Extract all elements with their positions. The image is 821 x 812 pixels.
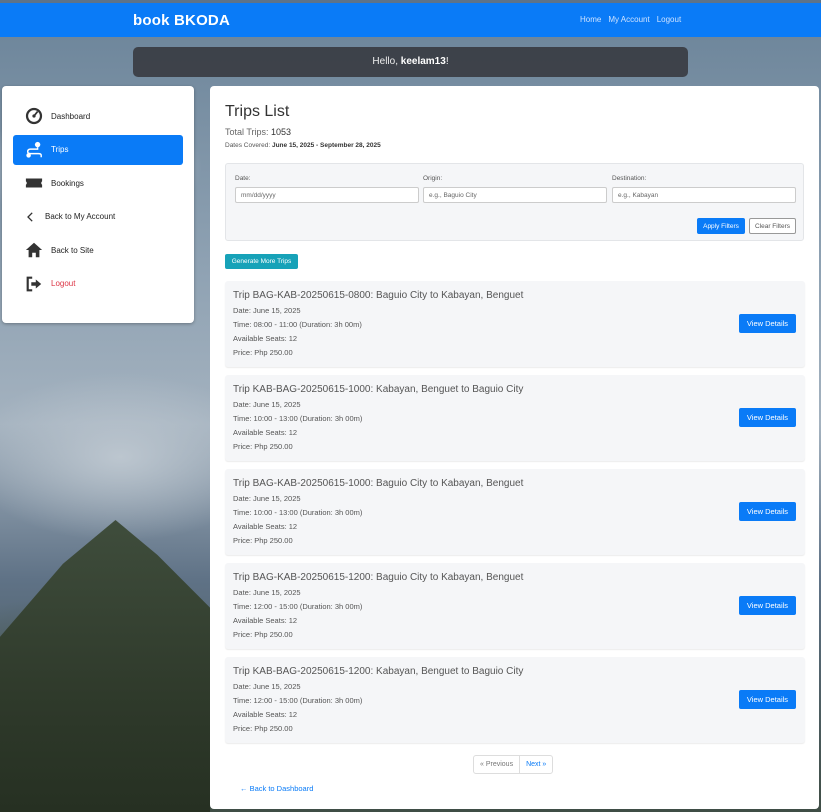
view-details-button[interactable]: View Details <box>739 408 796 427</box>
sidebar-item-back-to-site[interactable]: Back to Site <box>13 235 183 265</box>
sidebar-item-label: Logout <box>51 279 76 289</box>
sidebar-item-label: Bookings <box>51 178 84 188</box>
trip-time: Time: 08:00 - 11:00 (Duration: 3h 00m) <box>233 320 362 329</box>
destination-filter-input[interactable] <box>612 187 796 203</box>
dates-covered: Dates Covered: June 15, 2025 - September… <box>225 142 381 149</box>
view-details-button[interactable]: View Details <box>739 596 796 615</box>
trip-price: Price: Php 250.00 <box>233 630 293 639</box>
trip-time: Time: 12:00 - 15:00 (Duration: 3h 00m) <box>233 602 363 611</box>
trip-card: Trip KAB-BAG-20250615-1000: Kabayan, Ben… <box>225 375 805 461</box>
trip-seats: Available Seats: 12 <box>233 710 298 719</box>
top-navbar: book BKODA Home My Account Logout <box>0 3 821 37</box>
trip-date: Date: June 15, 2025 <box>233 306 301 315</box>
sidebar-item-label: Back to Site <box>51 245 94 255</box>
trip-seats: Available Seats: 12 <box>233 334 298 343</box>
trip-seats: Available Seats: 12 <box>233 428 298 437</box>
dashboard-icon <box>25 107 43 125</box>
trip-list: Trip BAG-KAB-20250615-0800: Baguio City … <box>225 281 805 751</box>
previous-page-button[interactable]: « Previous <box>474 756 521 773</box>
generate-more-trips-button[interactable]: Generate More Trips <box>225 254 298 269</box>
trip-date: Date: June 15, 2025 <box>233 494 301 503</box>
trip-title: Trip KAB-BAG-20250615-1000: Kabayan, Ben… <box>233 384 524 395</box>
trip-price: Price: Php 250.00 <box>233 724 293 733</box>
trip-date: Date: June 15, 2025 <box>233 400 301 409</box>
trip-date: Date: June 15, 2025 <box>233 682 301 691</box>
sidebar-item-dashboard[interactable]: Dashboard <box>13 101 183 131</box>
greeting-suffix: ! <box>445 56 449 67</box>
trip-title: Trip BAG-KAB-20250615-0800: Baguio City … <box>233 290 524 301</box>
trip-card: Trip KAB-BAG-20250615-1200: Kabayan, Ben… <box>225 657 805 743</box>
nav-link-logout[interactable]: Logout <box>657 15 681 24</box>
trip-card: Trip BAG-KAB-20250615-0800: Baguio City … <box>225 281 805 367</box>
trip-title: Trip KAB-BAG-20250615-1200: Kabayan, Ben… <box>233 666 524 677</box>
dates-covered-label: Dates Covered: <box>225 142 272 149</box>
sidebar-item-back-to-my-account[interactable]: Back to My Account <box>13 202 183 232</box>
nav-links: Home My Account Logout <box>580 15 681 24</box>
date-filter-label: Date: <box>235 175 251 182</box>
pagination: « Previous Next » <box>473 755 554 774</box>
trip-card: Trip BAG-KAB-20250615-1200: Baguio City … <box>225 563 805 649</box>
destination-filter-label: Destination: <box>612 175 647 182</box>
view-details-button[interactable]: View Details <box>739 690 796 709</box>
origin-filter-input[interactable] <box>423 187 607 203</box>
clear-filters-button[interactable]: Clear Filters <box>749 218 796 234</box>
ticket-icon <box>25 178 43 188</box>
trip-date: Date: June 15, 2025 <box>233 588 301 597</box>
trip-time: Time: 10:00 - 13:00 (Duration: 3h 00m) <box>233 508 363 517</box>
main-panel: Trips List Total Trips: 1053 Dates Cover… <box>210 86 819 809</box>
sidebar-item-bookings[interactable]: Bookings <box>13 168 183 198</box>
home-icon <box>25 243 43 258</box>
brand-logo[interactable]: book BKODA <box>133 12 230 29</box>
greeting-prefix: Hello, <box>372 56 401 67</box>
sidebar-item-label: Dashboard <box>51 111 91 121</box>
trip-price: Price: Php 250.00 <box>233 442 293 451</box>
trip-title: Trip BAG-KAB-20250615-1200: Baguio City … <box>233 572 524 583</box>
origin-filter-label: Origin: <box>423 175 443 182</box>
back-to-dashboard-link[interactable]: ← Back to Dashboard <box>240 784 313 793</box>
logout-icon <box>26 276 42 292</box>
sidebar-item-label: Trips <box>51 145 69 155</box>
apply-filters-button[interactable]: Apply Filters <box>697 218 745 234</box>
sidebar-item-trips[interactable]: Trips <box>13 134 183 165</box>
filter-panel: Date: Origin: Destination: Apply Filters… <box>225 163 804 241</box>
greeting-banner: Hello, keelam13! <box>133 47 688 77</box>
total-trips: Total Trips: 1053 <box>225 127 291 137</box>
sidebar-item-logout[interactable]: Logout <box>13 269 183 299</box>
sidebar-item-label: Back to My Account <box>45 212 116 222</box>
view-details-button[interactable]: View Details <box>739 502 796 521</box>
view-details-button[interactable]: View Details <box>739 314 796 333</box>
sidebar: Dashboard Trips Bookings Back to My Acco… <box>2 86 194 323</box>
next-page-button[interactable]: Next » <box>520 756 552 773</box>
trip-time: Time: 10:00 - 13:00 (Duration: 3h 00m) <box>233 414 363 423</box>
page-title: Trips List <box>225 103 290 120</box>
date-filter-input[interactable] <box>235 187 419 203</box>
route-icon <box>26 141 42 158</box>
nav-link-my-account[interactable]: My Account <box>608 15 649 24</box>
greeting-username: keelam13 <box>400 56 446 67</box>
nav-link-home[interactable]: Home <box>580 15 601 24</box>
chevron-left-icon <box>27 212 33 222</box>
trip-seats: Available Seats: 12 <box>233 616 298 625</box>
trip-card: Trip BAG-KAB-20250615-1000: Baguio City … <box>225 469 805 555</box>
trip-seats: Available Seats: 12 <box>233 522 298 531</box>
total-trips-value: 1053 <box>271 127 292 137</box>
trip-title: Trip BAG-KAB-20250615-1000: Baguio City … <box>233 478 524 489</box>
dates-covered-value: June 15, 2025 - September 28, 2025 <box>271 142 381 149</box>
trip-time: Time: 12:00 - 15:00 (Duration: 3h 00m) <box>233 696 363 705</box>
total-trips-label: Total Trips: <box>225 127 272 137</box>
trip-price: Price: Php 250.00 <box>233 536 293 545</box>
trip-price: Price: Php 250.00 <box>233 348 293 357</box>
